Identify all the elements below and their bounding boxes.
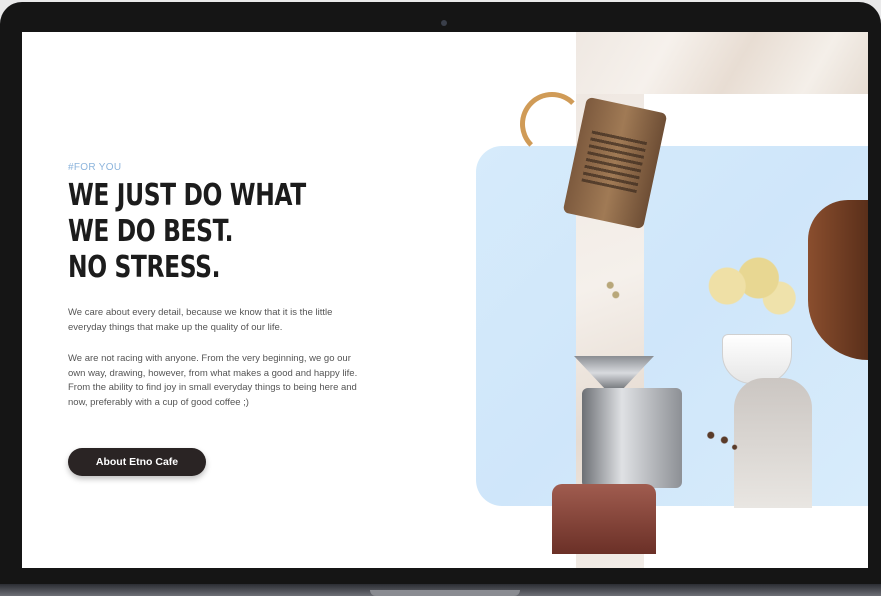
website-screen: #FOR YOU WE JUST DO WHAT WE DO BEST. NO …: [22, 32, 868, 568]
roaster-drum-image: [552, 484, 656, 554]
headline-line-3: NO STRESS.: [68, 250, 221, 285]
laptop-base-notch: [370, 590, 520, 596]
coffee-bag-print: [581, 128, 648, 194]
webcam-icon: [441, 20, 447, 26]
coffee-stain-image: [520, 92, 584, 156]
about-etno-cafe-button[interactable]: About Etno Cafe: [68, 448, 206, 476]
coffee-roaster-image: [582, 388, 682, 488]
marble-background: [576, 32, 868, 94]
headline-line-2: WE DO BEST.: [68, 214, 234, 249]
hero-headline: WE JUST DO WHAT WE DO BEST. NO STRESS.: [68, 178, 306, 286]
coffee-beans-image: [606, 278, 620, 302]
laptop-base: [0, 584, 881, 596]
teacup-image: [722, 334, 792, 384]
laptop-frame: #FOR YOU WE JUST DO WHAT WE DO BEST. NO …: [0, 2, 881, 596]
flowers-image: [696, 254, 800, 334]
gloved-hand-image: [734, 378, 812, 508]
scattered-beans-image: [704, 428, 738, 452]
story-paragraph: We are not racing with anyone. From the …: [68, 353, 358, 408]
intro-paragraph: We care about every detail, because we k…: [68, 307, 333, 333]
headline-line-1: WE JUST DO WHAT: [68, 178, 306, 213]
section-tag: #FOR YOU: [68, 162, 122, 173]
